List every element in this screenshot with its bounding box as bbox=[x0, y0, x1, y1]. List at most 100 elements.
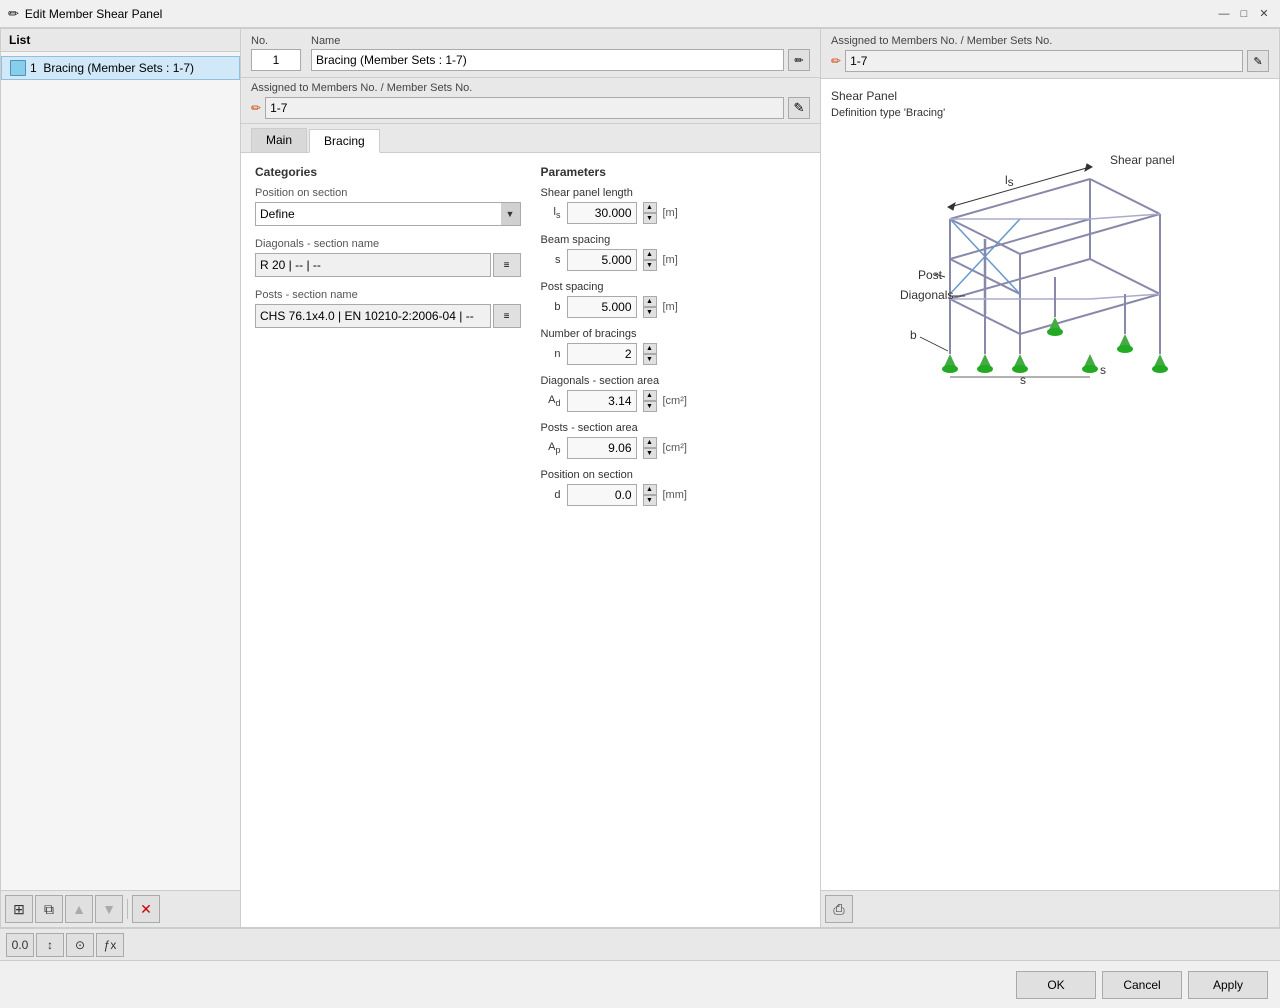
add-button[interactable]: ⊞ bbox=[5, 895, 33, 923]
close-button[interactable]: ✕ bbox=[1256, 6, 1272, 22]
post-spacing-unit: [m] bbox=[663, 301, 698, 313]
posts-section-form-row: Posts - section name ≡ bbox=[255, 289, 521, 328]
diag-area-up[interactable]: ▲ bbox=[643, 390, 657, 401]
beam-spacing-spinner: ▲ ▼ bbox=[643, 249, 657, 271]
coordinates-button[interactable]: 0.0 bbox=[6, 933, 34, 957]
assigned-input[interactable] bbox=[265, 97, 784, 119]
top-row: No. Name ✏ bbox=[241, 29, 820, 78]
edit-name-button[interactable]: ✏ bbox=[788, 49, 810, 71]
pos-section-input[interactable] bbox=[567, 484, 637, 506]
tab-main[interactable]: Main bbox=[251, 128, 307, 152]
right-toolbar: ⎙ bbox=[821, 890, 1279, 927]
posts-area-unit: [cm²] bbox=[663, 442, 698, 454]
diag-area-label: Diagonals - section area bbox=[541, 375, 807, 387]
posts-area-down[interactable]: ▼ bbox=[643, 448, 657, 459]
categories-col: Categories Position on section Define To… bbox=[255, 165, 521, 516]
assigned-edit-button[interactable]: ✎ bbox=[788, 97, 810, 119]
title-bar: ✏ Edit Member Shear Panel — □ ✕ bbox=[0, 0, 1280, 28]
pos-section-up[interactable]: ▲ bbox=[643, 484, 657, 495]
post-spacing-down[interactable]: ▼ bbox=[643, 307, 657, 318]
formula-button[interactable]: ƒx bbox=[96, 933, 124, 957]
post-spacing-up[interactable]: ▲ bbox=[643, 296, 657, 307]
diag-area-down[interactable]: ▼ bbox=[643, 401, 657, 412]
num-bracings-label: Number of bracings bbox=[541, 328, 807, 340]
pos-section-down[interactable]: ▼ bbox=[643, 495, 657, 506]
posts-area-spinner: ▲ ▼ bbox=[643, 437, 657, 459]
diagonals-section-input[interactable] bbox=[255, 253, 491, 277]
diag-area-input[interactable] bbox=[567, 390, 637, 412]
shear-panel-length-spinner: ▲ ▼ bbox=[643, 202, 657, 224]
shear-panel-length-up[interactable]: ▲ bbox=[643, 202, 657, 213]
move-down-button[interactable]: ▼ bbox=[95, 895, 123, 923]
name-row: ✏ bbox=[311, 49, 810, 71]
pos-section-row: d ▲ ▼ [mm] bbox=[541, 484, 807, 506]
diagonals-browse-button[interactable]: ≡ bbox=[493, 253, 521, 277]
pencil-icon: ✏ bbox=[251, 101, 261, 115]
main-layout: List 1 Bracing (Member Sets : 1-7) ⊞ ⧉ ▲… bbox=[0, 28, 1280, 928]
dialog-buttons: OK Cancel Apply bbox=[0, 960, 1280, 1008]
beam-spacing-input[interactable] bbox=[567, 249, 637, 271]
beam-spacing-down[interactable]: ▼ bbox=[643, 260, 657, 271]
svg-text:b: b bbox=[910, 328, 917, 342]
beam-spacing-row: s ▲ ▼ [m] bbox=[541, 249, 807, 271]
no-label: No. bbox=[251, 35, 301, 47]
shear-panel-length-input[interactable] bbox=[567, 202, 637, 224]
svg-text:Diagonals: Diagonals bbox=[900, 288, 953, 302]
cancel-button[interactable]: Cancel bbox=[1102, 971, 1182, 999]
right-content: Shear Panel Definition type 'Bracing' bbox=[821, 79, 1279, 890]
position-label: Position on section bbox=[255, 187, 521, 199]
right-assigned-row: ✏ ✎ bbox=[831, 50, 1269, 72]
tab-bracing[interactable]: Bracing bbox=[309, 129, 380, 153]
name-field-group: Name ✏ bbox=[311, 35, 810, 71]
posts-area-up[interactable]: ▲ bbox=[643, 437, 657, 448]
diagram-export-button[interactable]: ⎙ bbox=[825, 895, 853, 923]
right-assigned-input[interactable] bbox=[845, 50, 1243, 72]
shear-panel-length-label: Shear panel length bbox=[541, 187, 807, 199]
view-button[interactable]: ⊙ bbox=[66, 933, 94, 957]
beam-spacing-up[interactable]: ▲ bbox=[643, 249, 657, 260]
list-header: List bbox=[1, 29, 240, 52]
s-symbol: s bbox=[541, 254, 561, 266]
name-input[interactable] bbox=[311, 49, 784, 71]
position-select-wrapper: Define Top chord Bottom chord ▼ bbox=[255, 202, 521, 226]
svg-text:s: s bbox=[1100, 363, 1106, 377]
ad-symbol: Ad bbox=[541, 394, 561, 408]
b-symbol: b bbox=[541, 301, 561, 313]
num-bracings-up[interactable]: ▲ bbox=[643, 343, 657, 354]
posts-area-input[interactable] bbox=[567, 437, 637, 459]
no-input[interactable] bbox=[251, 49, 301, 71]
beam-spacing-label: Beam spacing bbox=[541, 234, 807, 246]
posts-area-label: Posts - section area bbox=[541, 422, 807, 434]
n-symbol: n bbox=[541, 348, 561, 360]
posts-section-row: ≡ bbox=[255, 304, 521, 328]
num-bracings-input[interactable] bbox=[567, 343, 637, 365]
posts-section-input[interactable] bbox=[255, 304, 491, 328]
svg-text:s: s bbox=[1020, 373, 1026, 387]
delete-button[interactable]: ✕ bbox=[132, 895, 160, 923]
diag-area-unit: [cm²] bbox=[663, 395, 698, 407]
post-spacing-row: b ▲ ▼ [m] bbox=[541, 296, 807, 318]
d-symbol: d bbox=[541, 489, 561, 501]
move-up-button[interactable]: ▲ bbox=[65, 895, 93, 923]
copy-button[interactable]: ⧉ bbox=[35, 895, 63, 923]
posts-area-row: Ap ▲ ▼ [cm²] bbox=[541, 437, 807, 459]
position-select[interactable]: Define Top chord Bottom chord bbox=[255, 202, 521, 226]
right-assigned-edit-button[interactable]: ✎ bbox=[1247, 50, 1269, 72]
post-spacing-input[interactable] bbox=[567, 296, 637, 318]
maximize-button[interactable]: □ bbox=[1236, 6, 1252, 22]
posts-browse-button[interactable]: ≡ bbox=[493, 304, 521, 328]
left-toolbar: ⊞ ⧉ ▲ ▼ ✕ bbox=[1, 890, 240, 927]
num-bracings-down[interactable]: ▼ bbox=[643, 354, 657, 365]
middle-panel: No. Name ✏ Assigned to Members No. / Mem… bbox=[241, 29, 821, 927]
shear-panel-length-down[interactable]: ▼ bbox=[643, 213, 657, 224]
list-item[interactable]: 1 Bracing (Member Sets : 1-7) bbox=[1, 56, 240, 80]
minimize-button[interactable]: — bbox=[1216, 6, 1232, 22]
right-assigned-label: Assigned to Members No. / Member Sets No… bbox=[831, 35, 1269, 47]
definition-type: Definition type 'Bracing' bbox=[831, 107, 1269, 119]
left-panel: List 1 Bracing (Member Sets : 1-7) ⊞ ⧉ ▲… bbox=[1, 29, 241, 927]
bracing-diagram: Shear panel ls Post Diagonals b s s bbox=[890, 139, 1210, 389]
ok-button[interactable]: OK bbox=[1016, 971, 1096, 999]
snap-button[interactable]: ↕ bbox=[36, 933, 64, 957]
ls-symbol: ls bbox=[541, 206, 561, 220]
apply-button[interactable]: Apply bbox=[1188, 971, 1268, 999]
